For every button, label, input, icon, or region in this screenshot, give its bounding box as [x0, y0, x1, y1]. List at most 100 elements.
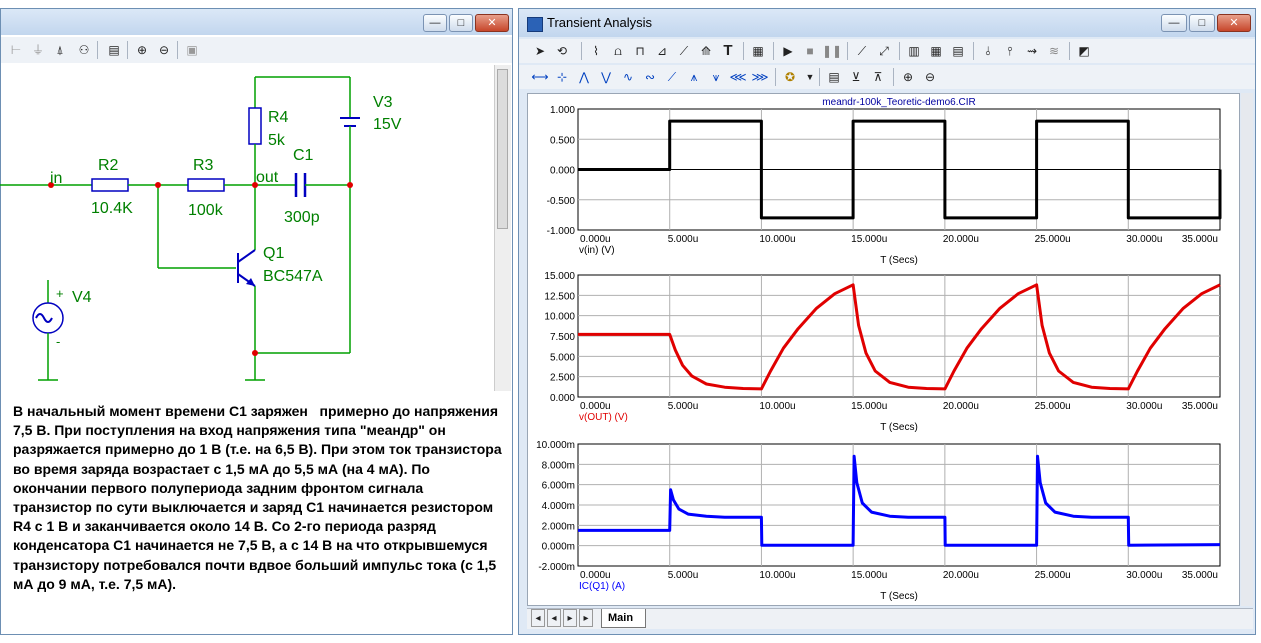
x-tick-label: 15.000u: [851, 234, 887, 245]
global-high-icon[interactable]: ⋘: [727, 67, 749, 87]
line-icon[interactable]: ⟋: [851, 41, 873, 61]
plot-window-icon[interactable]: ◩: [1073, 41, 1095, 61]
y-tick-label: 0.000m: [542, 542, 575, 553]
cursor-cross-icon[interactable]: ⊹: [551, 67, 573, 87]
y-axis-icon[interactable]: ⊼: [867, 67, 889, 87]
x-tick-label: 0.000u: [580, 570, 611, 581]
chart-1: 1.000 0.500 0.000 -0.500 -1.000 0.000u 5.000u 1…: [547, 97, 1222, 266]
palette-icon[interactable]: ✪: [779, 67, 801, 87]
x-axis-label: T (Secs): [880, 255, 918, 266]
fit-icon[interactable]: ⟰: [695, 41, 717, 61]
tag-icon[interactable]: ⊓: [629, 41, 651, 61]
schematic-vertical-scrollbar[interactable]: [494, 65, 511, 391]
grid-minor-icon[interactable]: ▦: [925, 41, 947, 61]
pointer-icon[interactable]: ➤: [529, 41, 551, 61]
x-tick-label: 0.000u: [580, 234, 611, 245]
run-icon[interactable]: ▶: [777, 41, 799, 61]
label-icon[interactable]: ⩍: [607, 41, 629, 61]
x-axis-label: T (Secs): [880, 422, 918, 433]
x-tick-label: 25.000u: [1035, 234, 1071, 245]
x-tick-label: 25.000u: [1035, 401, 1071, 412]
x-tick-label: 35.000u: [1182, 234, 1218, 245]
valley-icon[interactable]: ⋁: [595, 67, 617, 87]
zoom-in-icon[interactable]: ⊕: [131, 40, 153, 60]
zoom-out-icon[interactable]: ⊖: [153, 40, 175, 60]
node-label-out: out: [256, 169, 279, 186]
x-tick-label: 10.000u: [759, 401, 795, 412]
close-button[interactable]: ✕: [1217, 14, 1251, 32]
schematic-maximize-button[interactable]: □: [449, 14, 473, 32]
x-tick-label: 15.000u: [851, 401, 887, 412]
y-tick-label: 6.000m: [542, 481, 575, 492]
v4-plus: +: [56, 286, 64, 301]
ground-icon[interactable]: ⏚: [27, 40, 49, 60]
slope-icon[interactable]: ⟋: [673, 41, 695, 61]
transient-charts: 1.0000.5000.000-0.500-1.0000.000u 5.000u 1…: [536, 97, 1222, 602]
y-tick-label: 10.000: [544, 312, 575, 323]
v3-value: 15V: [373, 116, 402, 133]
tab-main[interactable]: Main: [601, 609, 647, 628]
properties-icon[interactable]: ▦: [747, 41, 769, 61]
line-dot-icon[interactable]: ⤢: [873, 41, 895, 61]
tab-last-button[interactable]: ▸: [579, 609, 593, 627]
x-tick-label: 20.000u: [943, 570, 979, 581]
x-tick-label: 10.000u: [759, 234, 795, 245]
min-icon[interactable]: ⩛: [705, 67, 727, 87]
wave-valley-icon[interactable]: ∾: [639, 67, 661, 87]
slope-up-icon[interactable]: ⟋: [661, 67, 683, 87]
cursor-right-icon[interactable]: ⫯: [999, 41, 1021, 61]
y-tick-label: 2.500: [550, 373, 575, 384]
x-axis-icon[interactable]: ⊻: [845, 67, 867, 87]
x-tick-label: 10.000u: [759, 570, 795, 581]
scale-icon[interactable]: ⌇: [585, 41, 607, 61]
tab-first-button[interactable]: ◂: [531, 609, 545, 627]
dropdown-arrow-icon[interactable]: ▼: [799, 67, 821, 87]
x-tick-label: 15.000u: [851, 570, 887, 581]
v4-minus: -: [56, 334, 60, 349]
x-tick-label: 5.000u: [668, 401, 699, 412]
y-tick-label: 15.000: [544, 271, 575, 282]
c1-name: C1: [293, 147, 314, 164]
tab-prev-button[interactable]: ◂: [547, 609, 561, 627]
schematic-close-button[interactable]: ✕: [475, 14, 509, 32]
text-tool-icon[interactable]: T: [717, 41, 739, 61]
wire-icon[interactable]: ⊢: [5, 40, 27, 60]
text-icon[interactable]: ▤: [103, 40, 125, 60]
cursor-left-icon[interactable]: ⫰: [977, 41, 999, 61]
wave-icon[interactable]: ≋: [1043, 41, 1065, 61]
x-tick-label: 25.000u: [1035, 570, 1071, 581]
camera-icon[interactable]: ▣: [181, 40, 203, 60]
y-tick-label: 0.000: [550, 393, 575, 404]
x-tick-label: 5.000u: [668, 234, 699, 245]
rise-icon[interactable]: ⋀: [573, 67, 595, 87]
max-icon[interactable]: ⩚: [683, 67, 705, 87]
y-tick-label: -0.500: [547, 196, 576, 207]
tab-next-button[interactable]: ▸: [563, 609, 577, 627]
probe-icon[interactable]: ⍋: [49, 40, 71, 60]
stop-icon[interactable]: ■: [799, 41, 821, 61]
cursor-peak-icon[interactable]: ⇝: [1021, 41, 1043, 61]
cursor-pair-icon[interactable]: ⟷: [529, 67, 551, 87]
r2-value: 10.4K: [91, 200, 133, 217]
global-low-icon[interactable]: ⋙: [749, 67, 771, 87]
data-table-icon[interactable]: ▤: [823, 67, 845, 87]
pause-icon[interactable]: ❚❚: [821, 41, 843, 61]
analysis-toolbar-row-2: ⟷ ⊹ ⋀ ⋁ ∿ ∾ ⟋ ⩚ ⩛ ⋘ ⋙ ✪ ▼ ▤ ⊻ ⊼ ⊕ ⊖: [519, 65, 1255, 89]
x-tick-label: 5.000u: [668, 570, 699, 581]
wave-peak-icon[interactable]: ∿: [617, 67, 639, 87]
select-mode-icon[interactable]: ⟲: [551, 41, 573, 61]
grid-icon[interactable]: ▥: [903, 41, 925, 61]
y-axis-label: IC(Q1) (A): [579, 581, 625, 592]
maximize-button[interactable]: □: [1189, 14, 1215, 32]
y-axis-label: v(in) (V): [579, 245, 615, 256]
schematic-minimize-button[interactable]: —: [423, 14, 447, 32]
binoculars-icon[interactable]: ⚇: [73, 40, 95, 60]
zoom-in-icon[interactable]: ⊕: [897, 67, 919, 87]
y-tick-label: 0.000: [550, 166, 575, 177]
grid-table-icon[interactable]: ▤: [947, 41, 969, 61]
minimize-button[interactable]: —: [1161, 14, 1187, 32]
zoom-out-icon[interactable]: ⊖: [919, 67, 941, 87]
y-tick-label: 12.500: [544, 291, 575, 302]
peak-icon[interactable]: ⊿: [651, 41, 673, 61]
plot-vertical-scrollbar[interactable]: [1241, 93, 1253, 606]
